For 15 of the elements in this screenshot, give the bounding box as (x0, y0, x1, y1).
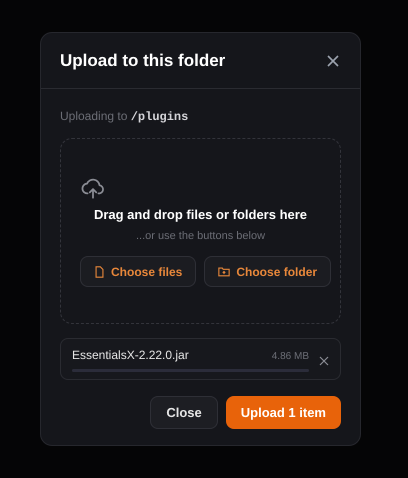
close-button[interactable]: Close (150, 396, 218, 429)
file-size: 4.86 MB (272, 350, 309, 364)
choose-folder-button[interactable]: Choose folder (204, 256, 332, 287)
remove-icon[interactable] (319, 356, 329, 366)
dropzone[interactable]: Drag and drop files or folders here ...or use the buttons below Choose files Choose folder (60, 138, 341, 324)
file-name: EssentialsX-2.22.0.jar (72, 347, 189, 364)
upload-button[interactable]: Upload 1 item (226, 396, 341, 429)
dropzone-hint: ...or use the buttons below (134, 228, 266, 244)
destination-text: Uploading to /plugins (60, 108, 190, 126)
folder-icon (218, 266, 230, 277)
choose-files-button[interactable]: Choose files (80, 256, 196, 287)
file-icon (94, 266, 105, 278)
dropzone-heading: Drag and drop files or folders here (92, 206, 308, 224)
close-icon[interactable] (325, 52, 341, 68)
dialog-title: Upload to this folder (60, 50, 226, 72)
